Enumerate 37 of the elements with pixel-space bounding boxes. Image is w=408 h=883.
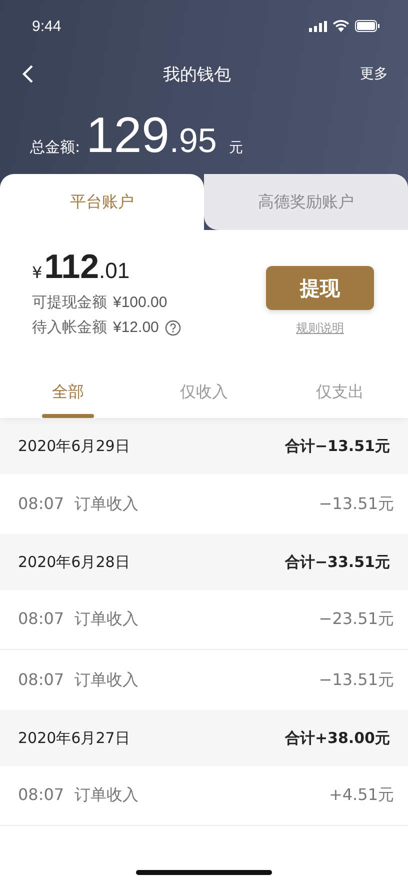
transaction-amount: −23.51元 xyxy=(318,609,394,630)
day-date: 2020年6月28日 xyxy=(18,552,130,572)
back-button[interactable] xyxy=(22,64,34,84)
battery-icon xyxy=(355,20,380,32)
day-date: 2020年6月27日 xyxy=(18,728,130,748)
transaction-amount: −13.51元 xyxy=(318,670,394,690)
day-total: 合计−33.51元 xyxy=(284,552,390,572)
transaction-label: 08:07 订单收入 xyxy=(18,785,138,806)
transaction-label: 08:07 订单收入 xyxy=(18,609,138,630)
signal-icon xyxy=(309,20,327,32)
status-time: 9:44 xyxy=(32,18,62,34)
day-total: 合计+38.00元 xyxy=(284,728,390,748)
withdrawable-label: 可提现金额 xyxy=(32,293,107,312)
transaction-amount: −13.51元 xyxy=(318,494,394,514)
withdrawable-amount: ¥100.00 xyxy=(113,294,168,311)
total-unit: 元 xyxy=(228,139,243,157)
filter-tab[interactable]: 全部 xyxy=(0,366,136,418)
pending-amount: ¥12.00 xyxy=(113,319,159,336)
day-date: 2020年6月29日 xyxy=(18,436,130,456)
filter-tab[interactable]: 仅支出 xyxy=(272,366,408,418)
help-icon[interactable] xyxy=(164,320,181,336)
day-total: 合计−13.51元 xyxy=(284,436,390,456)
total-amount: 129.95 xyxy=(86,106,217,164)
pending-label: 待入帐金额 xyxy=(32,318,107,337)
rules-link[interactable]: 规则说明 xyxy=(296,320,344,337)
wifi-icon xyxy=(333,20,349,32)
transaction-label: 08:07 订单收入 xyxy=(18,494,138,514)
page-title: 我的钱包 xyxy=(163,64,231,86)
transaction-amount: +4.51元 xyxy=(328,785,394,806)
more-button[interactable]: 更多 xyxy=(360,65,388,83)
withdraw-button[interactable]: 提现 xyxy=(266,266,374,310)
transaction-label: 08:07 订单收入 xyxy=(18,670,138,690)
filter-tab[interactable]: 仅收入 xyxy=(136,366,272,418)
account-tab[interactable]: 高德奖励账户 xyxy=(204,174,408,230)
account-tab[interactable]: 平台账户 xyxy=(0,174,204,230)
balance-amount: ¥112.01 xyxy=(32,248,131,287)
total-label: 总金额: xyxy=(30,138,80,157)
